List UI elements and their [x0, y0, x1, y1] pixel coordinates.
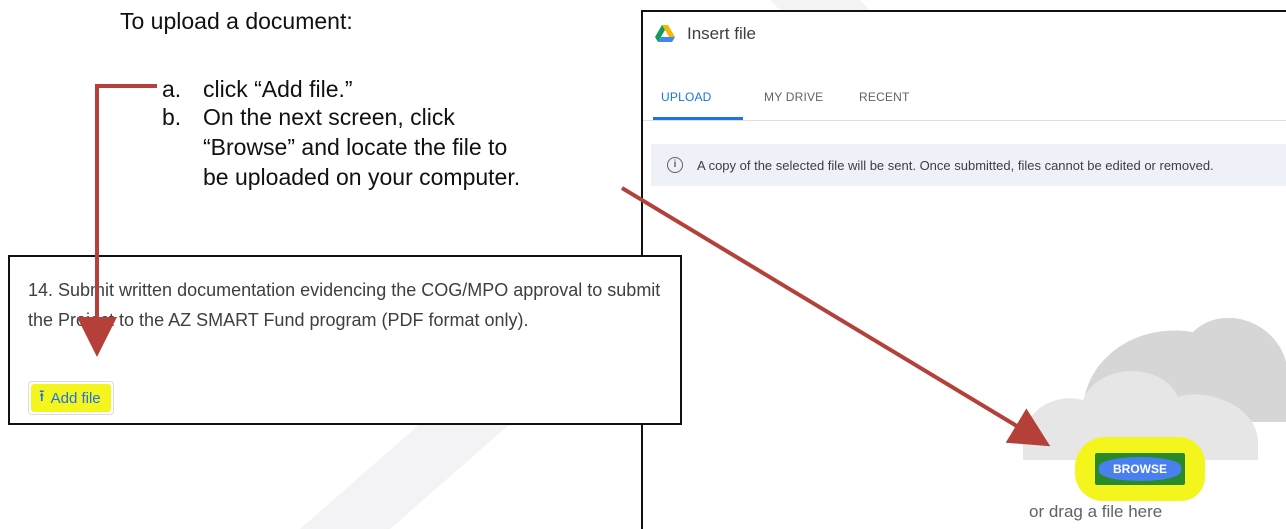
step-text: click “Add file.”: [203, 76, 353, 102]
step-text: be uploaded on your computer.: [203, 164, 521, 190]
instructions-title: To upload a document:: [120, 8, 353, 34]
tab-bar: UPLOAD MY DRIVE RECENT: [643, 84, 1286, 121]
drag-file-hint: or drag a file here: [1029, 502, 1163, 521]
question-line: the Project to the AZ SMART Fund program…: [28, 310, 529, 330]
dialog-header: Insert file: [655, 24, 756, 44]
question-card: 14. Submit written documentation evidenc…: [8, 255, 682, 425]
info-banner: i A copy of the selected file will be se…: [651, 144, 1286, 186]
browse-area: BROWSE: [1075, 437, 1205, 501]
info-text: A copy of the selected file will be sent…: [697, 157, 1214, 173]
browse-button[interactable]: BROWSE: [1095, 453, 1185, 485]
browse-label: BROWSE: [1099, 457, 1181, 481]
active-tab-indicator: [653, 117, 743, 120]
tab-upload[interactable]: UPLOAD: [661, 90, 712, 104]
google-drive-icon: [655, 25, 675, 42]
step-letter: b.: [162, 104, 182, 130]
info-icon: i: [667, 157, 683, 173]
add-file-button[interactable]: ⭱ Add file: [28, 381, 114, 415]
step-text: “Browse” and locate the file to: [203, 134, 508, 160]
question-text: 14. Submit written documentation evidenc…: [28, 275, 678, 335]
upload-icon: ⭱: [39, 387, 45, 405]
step-letter: a.: [162, 76, 182, 102]
tab-recent[interactable]: RECENT: [859, 90, 910, 104]
insert-file-dialog: Insert file UPLOAD MY DRIVE RECENT i A c…: [641, 10, 1286, 529]
tab-my-drive[interactable]: MY DRIVE: [764, 90, 823, 104]
dialog-title: Insert file: [687, 24, 756, 43]
add-file-label: Add file: [50, 389, 101, 407]
question-line: 14. Submit written documentation evidenc…: [28, 280, 661, 300]
step-text: On the next screen, click: [203, 104, 455, 130]
